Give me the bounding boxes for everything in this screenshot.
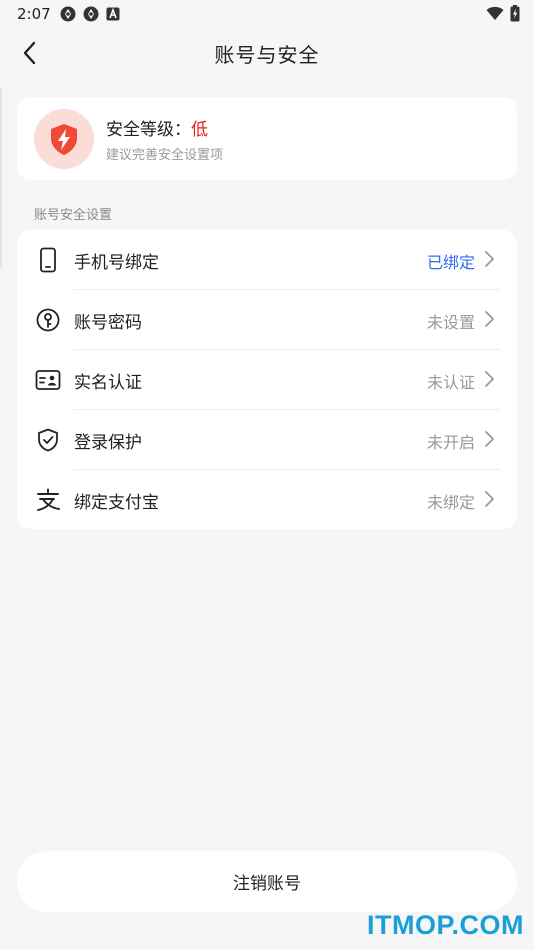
phone-icon — [35, 247, 61, 273]
battery-charging-icon — [510, 5, 520, 26]
settings-row-password[interactable]: 账号密码 未设置 — [17, 290, 517, 350]
settings-row-status: 未认证 — [426, 373, 475, 392]
security-level-card: 安全等级：低 建议完善安全设置项 — [17, 97, 517, 180]
settings-row-status: 已绑定 — [426, 253, 475, 272]
settings-row-label: 绑定支付宝 — [74, 493, 159, 513]
security-level-prefix: 安全等级： — [106, 120, 191, 140]
account-security-page: 2:07 账号与安全 安全等级：低 建议完善安全设置项 账号安全设置 手机号绑定… — [0, 0, 534, 950]
status-notification-icons — [60, 6, 122, 22]
status-time: 2:07 — [17, 5, 51, 23]
settings-row-status: 未绑定 — [426, 493, 475, 512]
status-bar: 2:07 — [0, 0, 534, 28]
settings-row-alipay[interactable]: 绑定支付宝 未绑定 — [17, 470, 517, 530]
settings-notification-icon — [83, 6, 99, 22]
chevron-right-icon — [485, 311, 494, 327]
shield-lightning-icon — [51, 123, 77, 155]
settings-notification-icon — [60, 6, 76, 22]
settings-row-phone-binding[interactable]: 手机号绑定 已绑定 — [17, 230, 517, 290]
shield-check-icon — [35, 427, 61, 453]
id-card-icon — [35, 367, 61, 393]
cancel-account-button[interactable]: 注销账号 — [17, 851, 517, 912]
chevron-right-icon — [485, 431, 494, 447]
settings-row-real-name[interactable]: 实名认证 未认证 — [17, 350, 517, 410]
security-badge — [34, 109, 94, 169]
alipay-icon — [35, 487, 61, 513]
security-settings-list: 手机号绑定 已绑定 账号密码 未设置 实名认证 未认证 登录保护 未开启 绑定支… — [17, 230, 517, 529]
settings-row-login-protection[interactable]: 登录保护 未开启 — [17, 410, 517, 470]
security-level-text: 安全等级：低 — [106, 115, 208, 140]
chevron-right-icon — [485, 371, 494, 387]
key-icon — [35, 307, 61, 333]
status-system-icons — [486, 5, 520, 26]
chevron-right-icon — [485, 251, 494, 267]
security-level-value: 低 — [191, 120, 208, 140]
page-title: 账号与安全 — [214, 43, 320, 67]
settings-row-label: 手机号绑定 — [74, 253, 159, 273]
settings-row-label: 实名认证 — [74, 373, 142, 393]
settings-row-status: 未设置 — [426, 313, 475, 332]
security-hint: 建议完善安全设置项 — [106, 148, 224, 163]
settings-row-label: 登录保护 — [74, 433, 142, 453]
wifi-icon — [486, 6, 504, 25]
app-a-icon — [106, 6, 122, 22]
settings-row-status: 未开启 — [426, 433, 475, 452]
left-edge-shadow — [0, 88, 2, 268]
top-navigation-bar: 账号与安全 — [0, 28, 534, 76]
watermark-logo: ITMOP.COM — [366, 910, 524, 940]
settings-row-label: 账号密码 — [74, 313, 142, 333]
section-label: 账号安全设置 — [34, 208, 113, 223]
chevron-right-icon — [485, 491, 494, 507]
